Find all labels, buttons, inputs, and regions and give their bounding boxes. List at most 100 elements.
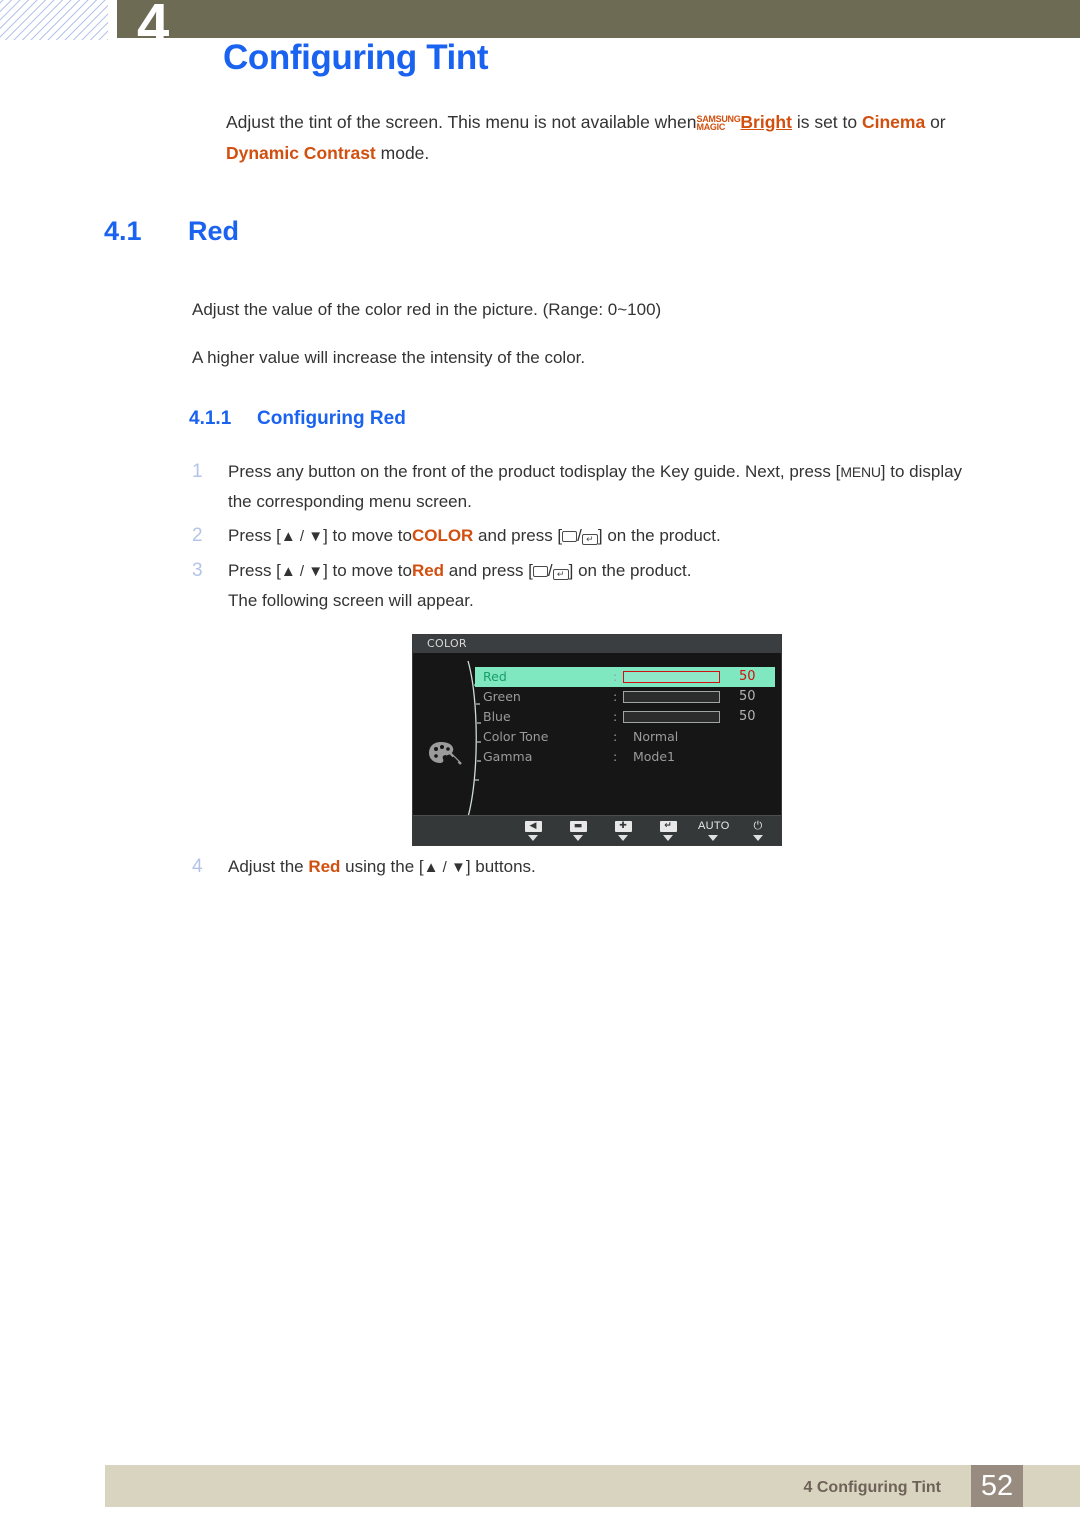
cinema-term: Cinema <box>861 112 926 132</box>
osd-row-color-tone[interactable]: Color Tone : Normal <box>475 727 775 747</box>
up-down-arrows-icon: ▲ / ▼ <box>280 528 324 545</box>
osd-key-plus[interactable]: ✚ <box>608 819 638 841</box>
osd-key-power[interactable]: ⏻ <box>743 819 773 841</box>
back-icon: ◀ <box>518 819 548 833</box>
intro-text-before: Adjust the tint of the screen. This menu… <box>226 112 697 132</box>
osd-row-green[interactable]: Green : 50 <box>475 687 775 707</box>
intro-text-mid: is set to <box>791 112 862 132</box>
osd-row-colon: : <box>613 669 618 684</box>
osd-slider-blue[interactable] <box>623 711 720 723</box>
red-menu-term: Red <box>308 857 341 876</box>
step-3-text-e: ] on the product. <box>568 561 692 580</box>
dynamic-contrast-term: Dynamic Contrast <box>226 143 376 163</box>
osd-key-guide: ◀ ▬ ✚ ↵ AUTO ⏻ <box>518 819 773 841</box>
plus-icon: ✚ <box>608 819 638 833</box>
step-3-number: 3 <box>192 560 203 581</box>
bright-term: Bright <box>740 112 792 132</box>
osd-title: COLOR <box>413 635 781 653</box>
osd-row-colon: : <box>613 709 618 724</box>
osd-key-minus[interactable]: ▬ <box>563 819 593 841</box>
auto-label: AUTO <box>698 820 730 832</box>
step-1-text-b: display the Key guide. Ne <box>573 462 767 481</box>
samsung-magic-mark: SAMSUNG MAGIC <box>696 115 741 132</box>
section-heading: 4.1 Red <box>104 216 239 247</box>
step-2: 2 Press [▲ / ▼] to move toCOLOR and press… <box>192 521 1022 551</box>
caret-down-icon <box>753 835 763 841</box>
step-1-text-d: ] to display <box>880 462 963 481</box>
color-menu-term: COLOR <box>411 526 474 545</box>
enter-button-icon: ↵ <box>581 534 598 545</box>
step-1: 1 Press any button on the front of the pr… <box>192 457 1022 516</box>
caret-down-icon <box>618 835 628 841</box>
step-4-text-b: using the [ <box>340 857 424 876</box>
step-3-text-a: Press [ <box>228 561 281 580</box>
step-2-text-c: and press [ <box>473 526 563 545</box>
chapter-number-container: 4 <box>117 0 1080 38</box>
osd-screenshot: COLOR Red: 50 Green: 50 Blue: 50 Colo… <box>412 634 782 846</box>
subsection-heading: 4.1.1 Configuring Red <box>189 408 406 430</box>
osd-value-blue: 50 <box>739 709 756 724</box>
caret-down-icon <box>663 835 673 841</box>
step-2-number: 2 <box>192 525 203 546</box>
step-4: 4 Adjust the Red using the [▲ / ▼] button… <box>192 852 536 882</box>
step-3-text-c: and press [ <box>444 561 533 580</box>
minus-icon: ▬ <box>563 819 593 833</box>
intro-text-end: mode. <box>375 143 430 163</box>
osd-slider-red[interactable] <box>623 671 720 683</box>
caret-down-icon <box>708 835 718 841</box>
step-1-line-2: the corresponding menu screen. <box>228 492 472 511</box>
osd-value-green: 50 <box>739 689 756 704</box>
osd-key-enter[interactable]: ↵ <box>653 819 683 841</box>
osd-row-blue[interactable]: Blue : 50 <box>475 707 775 727</box>
magic-bottom: MAGIC <box>696 122 726 132</box>
osd-value-red: 50 <box>739 669 756 684</box>
section-paragraph-2: A higher value will increase the intensi… <box>192 348 586 367</box>
osd-body: Red : 50 Green : 50 Blue : 50 Color Tone… <box>413 653 781 818</box>
osd-slider-green[interactable] <box>623 691 720 703</box>
osd-row-colon: : <box>613 729 618 744</box>
osd-key-guide-bar: ◀ ▬ ✚ ↵ AUTO ⏻ <box>413 815 781 845</box>
osd-row-red[interactable]: Red : 50 <box>475 667 775 687</box>
osd-row-label: Gamma <box>483 749 533 764</box>
osd-row-colon: : <box>613 689 618 704</box>
power-icon: ⏻ <box>753 820 763 832</box>
section-title: Red <box>188 216 240 246</box>
page-title: Configuring Tint <box>223 38 489 77</box>
osd-key-back[interactable]: ◀ <box>518 819 548 841</box>
step-4-number: 4 <box>192 856 203 877</box>
subsection-title: Configuring Red <box>257 408 406 429</box>
step-3-slash: / <box>547 561 553 580</box>
osd-key-auto[interactable]: AUTO <box>698 819 730 841</box>
palette-icon <box>427 738 467 772</box>
step-1-number: 1 <box>192 461 203 482</box>
step-1-text-a: Press any button on the front of the pro… <box>228 462 574 481</box>
decorative-hatch-pattern <box>0 0 108 40</box>
source-button-icon <box>562 531 578 542</box>
intro-paragraph: Adjust the tint of the screen. This menu… <box>226 107 1026 169</box>
osd-row-colon: : <box>613 749 618 764</box>
section-paragraph-1: Adjust the value of the color red in the… <box>192 300 662 319</box>
osd-row-label: Blue <box>483 709 511 724</box>
osd-value-gamma: Mode1 <box>633 749 676 764</box>
osd-value-color-tone: Normal <box>633 729 679 744</box>
page-number-badge: 52 <box>971 1465 1023 1507</box>
footer-chapter-label: 4 Configuring Tint <box>803 1479 941 1496</box>
step-2-text-e: ] on the product. <box>597 526 721 545</box>
red-menu-term: Red <box>411 561 445 580</box>
osd-row-label: Color Tone <box>483 729 549 744</box>
caret-down-icon <box>528 835 538 841</box>
chapter-number: 4 <box>137 0 169 38</box>
step-2-text-a: Press [ <box>228 526 281 545</box>
menu-key-label: MENU <box>840 464 881 480</box>
enter-button-icon: ↵ <box>552 569 569 580</box>
source-button-icon <box>532 566 548 577</box>
osd-row-label: Green <box>483 689 521 704</box>
step-3-text-b: ] to move to <box>323 561 412 580</box>
osd-menu-rows: Red : 50 Green : 50 Blue : 50 Color Tone… <box>475 667 775 767</box>
section-number: 4.1 <box>104 216 142 246</box>
step-3-follow-text: The following screen will appear. <box>228 591 474 610</box>
up-down-arrows-icon: ▲ / ▼ <box>280 563 324 580</box>
up-down-arrows-icon: ▲ / ▼ <box>423 859 466 876</box>
step-2-text-b: ] to move to <box>323 526 412 545</box>
osd-row-gamma[interactable]: Gamma : Mode1 <box>475 747 775 767</box>
